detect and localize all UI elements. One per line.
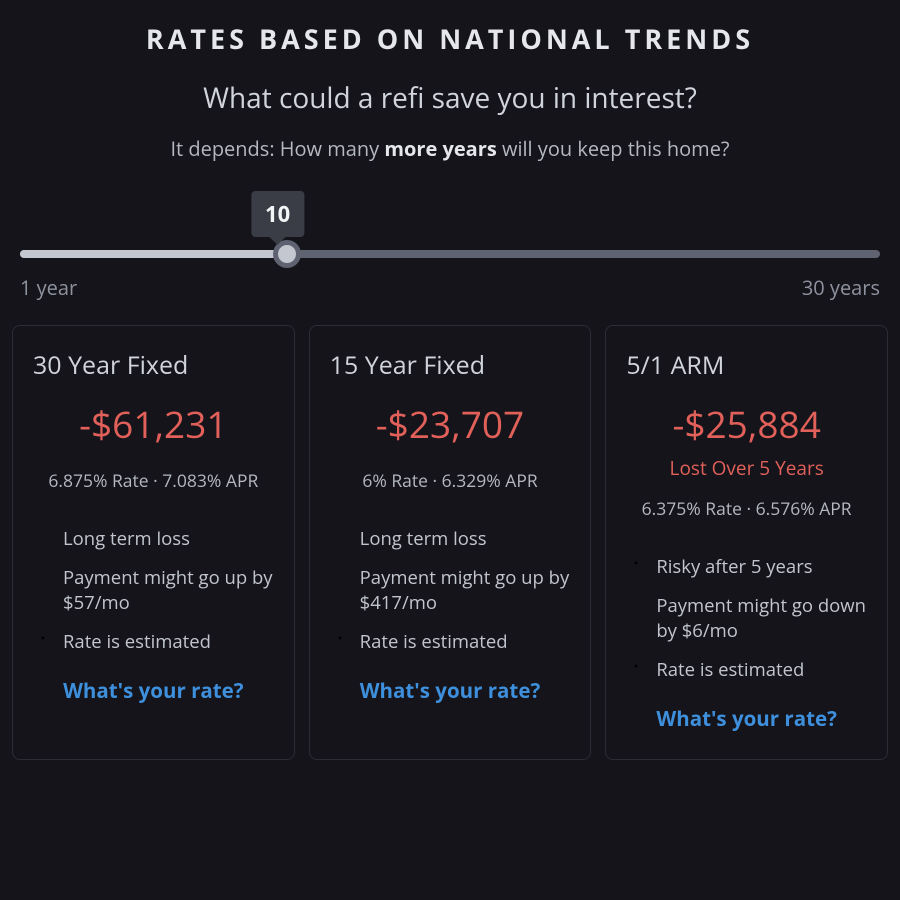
checkmark-circle-icon <box>626 596 646 616</box>
card-amount: -$23,707 <box>330 398 571 449</box>
whats-your-rate-link[interactable]: What's your rate? <box>330 677 571 705</box>
years-slider[interactable]: 10 <box>20 192 880 258</box>
card-amount: -$61,231 <box>33 398 274 449</box>
info-circle-icon <box>626 660 646 680</box>
bullet-text: Rate is estimated <box>656 658 867 683</box>
error-circle-icon <box>33 568 53 588</box>
card-bullet: Payment might go up by $417/mo <box>330 566 571 616</box>
card-bullet: Long term loss <box>330 527 571 552</box>
card-bullets: Long term loss Payment might go up by $5… <box>33 527 274 655</box>
page-title: What could a refi save you in interest? <box>12 79 888 117</box>
card-rate-line: 6.875% Rate · 7.083% APR <box>33 469 274 493</box>
card-title: 30 Year Fixed <box>33 348 274 382</box>
slider-thumb[interactable]: 10 <box>273 240 301 268</box>
bullet-text: Risky after 5 years <box>656 555 867 580</box>
bullet-text: Payment might go up by $57/mo <box>63 566 274 616</box>
card-bullet: Rate is estimated <box>330 630 571 655</box>
bullet-text: Rate is estimated <box>63 630 274 655</box>
card-title: 5/1 ARM <box>626 348 867 382</box>
subline-post: will you keep this home? <box>497 135 730 162</box>
card-rate-line: 6% Rate · 6.329% APR <box>330 469 571 493</box>
card-title: 15 Year Fixed <box>330 348 571 382</box>
bullet-text: Payment might go up by $417/mo <box>360 566 571 616</box>
bullet-text: Long term loss <box>360 527 571 552</box>
card-bullet: Risky after 5 years <box>626 555 867 580</box>
eyebrow-heading: RATES BASED ON NATIONAL TRENDS <box>12 20 888 57</box>
card-subamount: Lost Over 5 Years <box>626 455 867 481</box>
card-bullet: Rate is estimated <box>33 630 274 655</box>
info-circle-icon <box>330 632 350 652</box>
card-bullet: Payment might go down by $6/mo <box>626 594 867 644</box>
card-rate-line: 6.375% Rate · 6.576% APR <box>626 497 867 521</box>
subline: It depends: How many more years will you… <box>12 135 888 162</box>
error-circle-icon <box>330 568 350 588</box>
warning-info-icon <box>626 557 646 577</box>
card-bullet: Payment might go up by $57/mo <box>33 566 274 616</box>
rate-card: 15 Year Fixed -$23,707 6% Rate · 6.329% … <box>309 325 592 760</box>
card-bullets: Risky after 5 years Payment might go dow… <box>626 555 867 683</box>
subline-pre: It depends: How many <box>170 135 384 162</box>
card-bullet: Long term loss <box>33 527 274 552</box>
error-circle-icon <box>330 529 350 549</box>
slider-tooltip: 10 <box>251 191 304 237</box>
bullet-text: Long term loss <box>63 527 274 552</box>
bullet-text: Payment might go down by $6/mo <box>656 594 867 644</box>
bullet-text: Rate is estimated <box>360 630 571 655</box>
card-bullets: Long term loss Payment might go up by $4… <box>330 527 571 655</box>
error-circle-icon <box>33 529 53 549</box>
slider-min-label: 1 year <box>20 274 77 301</box>
rate-card: 30 Year Fixed -$61,231 6.875% Rate · 7.0… <box>12 325 295 760</box>
whats-your-rate-link[interactable]: What's your rate? <box>626 705 867 733</box>
slider-track: 10 <box>20 250 880 258</box>
info-circle-icon <box>33 632 53 652</box>
rate-cards: 30 Year Fixed -$61,231 6.875% Rate · 7.0… <box>12 325 888 760</box>
card-amount: -$25,884 <box>626 398 867 449</box>
slider-fill <box>20 250 287 258</box>
whats-your-rate-link[interactable]: What's your rate? <box>33 677 274 705</box>
rate-card: 5/1 ARM -$25,884 Lost Over 5 Years 6.375… <box>605 325 888 760</box>
subline-bold: more years <box>384 135 496 162</box>
slider-max-label: 30 years <box>802 274 880 301</box>
card-bullet: Rate is estimated <box>626 658 867 683</box>
